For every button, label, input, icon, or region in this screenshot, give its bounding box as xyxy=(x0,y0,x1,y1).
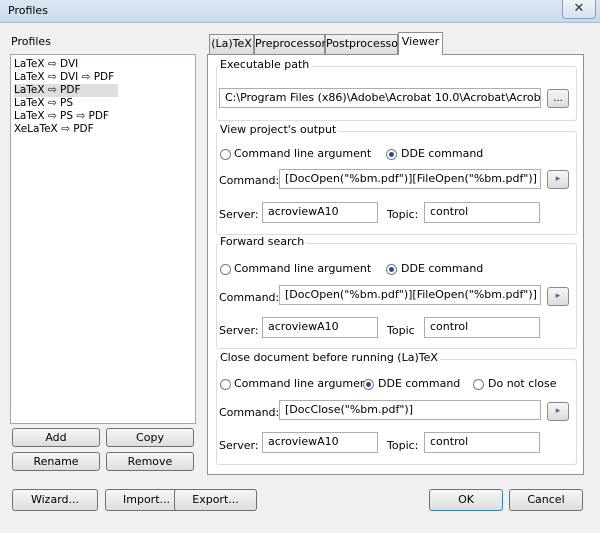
close-doc-title: Close document before running (La)TeX xyxy=(218,351,440,364)
view-output-title: View project's output xyxy=(218,123,339,136)
export-button[interactable]: Export... xyxy=(174,489,257,511)
forward-server-label: Server: xyxy=(219,324,259,337)
list-item[interactable]: LaTeX ⇨ PS xyxy=(14,97,73,110)
list-item[interactable]: LaTeX ⇨ PS ⇨ PDF xyxy=(14,110,109,123)
forward-topic-field[interactable]: control xyxy=(424,317,540,338)
close-cmdline-label: Command line argument xyxy=(234,377,372,390)
close-command-arrow-button[interactable]: ▸ xyxy=(547,402,569,421)
remove-button[interactable]: Remove xyxy=(106,452,194,471)
view-server-field[interactable]: acroviewA10 xyxy=(262,202,378,223)
close-dde-label: DDE command xyxy=(378,377,461,390)
copy-button[interactable]: Copy xyxy=(106,428,194,447)
close-dde-radio[interactable] xyxy=(363,379,374,390)
close-topic-field[interactable]: control xyxy=(424,432,540,453)
close-cmdline-radio[interactable] xyxy=(220,379,231,390)
list-item[interactable]: LaTeX ⇨ DVI ⇨ PDF xyxy=(14,71,114,84)
window-title: Profiles xyxy=(8,4,48,17)
tab-postprocessor[interactable]: Postprocessor xyxy=(325,34,403,54)
view-dde-radio[interactable] xyxy=(386,149,397,160)
forward-cmdline-label: Command line argument xyxy=(234,262,372,275)
list-item[interactable]: LaTeX ⇨ DVI xyxy=(14,58,78,71)
tab-viewer[interactable]: Viewer xyxy=(398,32,443,55)
list-item[interactable]: XeLaTeX ⇨ PDF xyxy=(14,123,94,136)
viewer-panel: Executable path C:\Program Files (x86)\A… xyxy=(207,54,584,475)
view-dde-label: DDE command xyxy=(401,147,484,160)
forward-server-field[interactable]: acroviewA10 xyxy=(262,317,378,338)
view-cmdline-label: Command line argument xyxy=(234,147,372,160)
close-command-field[interactable]: [DocClose("%bm.pdf")] xyxy=(279,400,541,420)
wizard-button[interactable]: Wizard... xyxy=(12,489,98,511)
forward-cmdline-radio[interactable] xyxy=(220,264,231,275)
view-topic-label: Topic: xyxy=(387,208,419,221)
profiles-label: Profiles xyxy=(11,35,51,48)
close-server-field[interactable]: acroviewA10 xyxy=(262,432,378,453)
list-item-selected[interactable]: LaTeX ⇨ PDF xyxy=(14,84,118,97)
forward-topic-label: Topic xyxy=(387,324,415,337)
close-command-label: Command: xyxy=(219,406,280,419)
browse-button[interactable]: ... xyxy=(547,89,569,108)
view-cmdline-radio[interactable] xyxy=(220,149,231,160)
profiles-list[interactable]: LaTeX ⇨ DVI LaTeX ⇨ DVI ⇨ PDF LaTeX ⇨ PD… xyxy=(10,54,196,424)
title-bar: Profiles xyxy=(0,0,600,23)
add-button[interactable]: Add xyxy=(12,428,100,447)
forward-command-field[interactable]: [DocOpen("%bm.pdf")][FileOpen("%bm.pdf")… xyxy=(279,285,541,305)
rename-button[interactable]: Rename xyxy=(12,452,100,471)
view-command-label: Command: xyxy=(219,174,280,187)
executable-path-field[interactable]: C:\Program Files (x86)\Adobe\Acrobat 10.… xyxy=(219,88,541,108)
forward-command-arrow-button[interactable]: ▸ xyxy=(547,287,569,306)
ok-button[interactable]: OK xyxy=(429,489,503,511)
close-topic-label: Topic: xyxy=(387,439,419,452)
view-command-arrow-button[interactable]: ▸ xyxy=(547,170,569,189)
forward-dde-label: DDE command xyxy=(401,262,484,275)
close-noclose-radio[interactable] xyxy=(473,379,484,390)
cancel-button[interactable]: Cancel xyxy=(509,489,583,511)
tab-preprocessor[interactable]: Preprocessor xyxy=(254,34,326,54)
forward-command-label: Command: xyxy=(219,291,280,304)
view-command-field[interactable]: [DocOpen("%bm.pdf")][FileOpen("%bm.pdf")… xyxy=(279,169,541,189)
forward-dde-radio[interactable] xyxy=(386,264,397,275)
forward-search-title: Forward search xyxy=(218,235,307,248)
executable-path-title: Executable path xyxy=(218,58,312,71)
view-topic-field[interactable]: control xyxy=(424,202,540,223)
close-noclose-label: Do not close xyxy=(488,377,557,390)
view-server-label: Server: xyxy=(219,208,259,221)
tab-latex[interactable]: (La)TeX xyxy=(209,34,254,54)
close-button[interactable]: ✕ xyxy=(562,0,596,19)
close-server-label: Server: xyxy=(219,439,259,452)
